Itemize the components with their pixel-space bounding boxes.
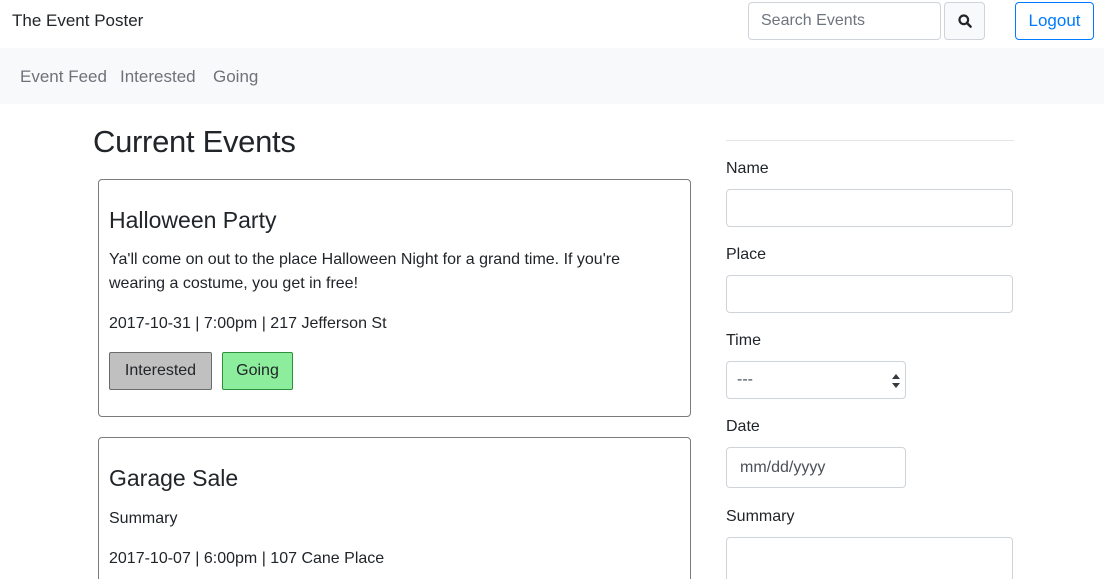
date-placeholder: mm/dd/yyyy — [740, 459, 826, 476]
summary-label: Summary — [726, 508, 795, 525]
interested-button[interactable]: Interested — [109, 352, 212, 390]
name-label: Name — [726, 160, 769, 177]
sub-navbar: Event Feed Interested Going — [0, 48, 1104, 104]
event-details: 2017-10-31 | 7:00pm | 217 Jefferson St — [109, 315, 387, 332]
summary-input[interactable] — [726, 537, 1013, 579]
nav-item-going[interactable]: Going — [213, 67, 258, 87]
nav-item-event-feed[interactable]: Event Feed — [20, 67, 107, 87]
event-details: 2017-10-07 | 6:00pm | 107 Cane Place — [109, 550, 385, 567]
page-title: Current Events — [93, 124, 296, 159]
event-title: Garage Sale — [109, 465, 239, 491]
event-summary-line: Ya'll come on out to the place Halloween… — [109, 251, 620, 268]
event-summary: Summary — [109, 510, 178, 527]
nav-item-interested[interactable]: Interested — [120, 67, 196, 87]
search-input[interactable] — [748, 2, 941, 40]
select-arrows-icon — [892, 374, 900, 388]
logout-button[interactable]: Logout — [1015, 2, 1094, 40]
name-input[interactable] — [726, 189, 1013, 227]
going-button[interactable]: Going — [222, 352, 293, 390]
event-summary-line: wearing a costume, you get in free! — [109, 275, 359, 292]
event-title: Halloween Party — [109, 207, 277, 233]
date-label: Date — [726, 418, 760, 435]
time-select[interactable]: --- — [726, 361, 906, 399]
date-input[interactable]: mm/dd/yyyy — [726, 447, 906, 488]
event-card: Garage Sale Summary 2017-10-07 | 6:00pm … — [98, 437, 691, 579]
place-input[interactable] — [726, 275, 1013, 313]
time-select-value: --- — [737, 371, 753, 388]
search-button[interactable] — [944, 2, 985, 40]
form-divider — [726, 140, 1014, 141]
search-icon — [957, 14, 972, 28]
time-label: Time — [726, 332, 761, 349]
brand-title[interactable]: The Event Poster — [12, 11, 143, 31]
event-card: Halloween Party Ya'll come on out to the… — [98, 179, 691, 417]
top-navbar: The Event Poster Logout — [0, 0, 1104, 48]
place-label: Place — [726, 246, 767, 263]
